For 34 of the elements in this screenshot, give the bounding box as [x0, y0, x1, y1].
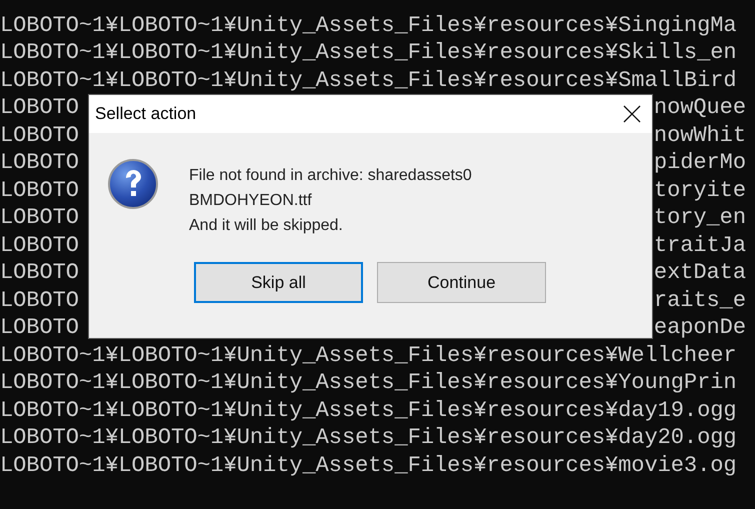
console-line: LOBOTO — [0, 151, 79, 176]
console-line: toryite — [654, 178, 746, 203]
console-line: LOBOTO~1¥LOBOTO~1¥Unity_Assets_Files¥resources¥SmallBird — [0, 68, 737, 93]
console-line: traitJa — [654, 234, 746, 258]
console-line: LOBOTO~1¥LOBOTO~1¥Unity_Assets_Files¥resources¥Wellcheer — [0, 344, 737, 368]
message-text: File not found in archive: sharedassets0 — [189, 166, 472, 186]
console-line: raits_e — [654, 288, 746, 313]
console-line: LOBOTO — [0, 206, 79, 230]
console-line: LOBOTO — [0, 178, 79, 203]
message-text: And it will be skipped. — [189, 216, 344, 236]
console-line: eaponDe — [654, 316, 746, 340]
console-line: LOBOTO~1¥LOBOTO~1¥Unity_Assets_Files¥resources¥Skills_en — [0, 41, 737, 66]
console-line: piderMo — [654, 151, 746, 176]
console-line: LOBOTO — [0, 261, 79, 286]
dialog-button[interactable]: Continue — [377, 262, 546, 303]
console-line: LOBOTO~1¥LOBOTO~1¥Unity_Assets_Files¥resources¥day19.ogg — [0, 398, 737, 423]
dialog-title: Sellect action — [95, 104, 196, 124]
console-line: LOBOTO~1¥LOBOTO~1¥Unity_Assets_Files¥resources¥YoungPrin — [0, 371, 737, 396]
close-icon[interactable] — [622, 104, 642, 124]
console-line: LOBOTO~1¥LOBOTO~1¥Unity_Assets_Files¥resources¥day20.ogg — [0, 426, 737, 450]
console-line: LOBOTO — [0, 234, 79, 258]
console-line: LOBOTO — [0, 288, 79, 313]
console-line: nowWhit — [654, 124, 746, 148]
message-text: BMDOHYEON.ttf — [189, 191, 313, 211]
question-icon — [107, 158, 159, 210]
console-line: nowQuee — [654, 96, 746, 120]
console-line: tory_en — [654, 206, 746, 230]
console-line: LOBOTO — [0, 96, 79, 120]
dialog-button[interactable]: Skip all — [194, 262, 363, 303]
console-line: LOBOTO~1¥LOBOTO~1¥Unity_Assets_Files¥resources¥SingingMa — [0, 14, 737, 38]
console-line: LOBOTO~1¥LOBOTO~1¥Unity_Assets_Files¥resources¥movie3.og — [0, 454, 737, 478]
console-line: LOBOTO — [0, 124, 79, 148]
console-line: LOBOTO — [0, 316, 79, 340]
console-line: extData — [654, 261, 746, 286]
